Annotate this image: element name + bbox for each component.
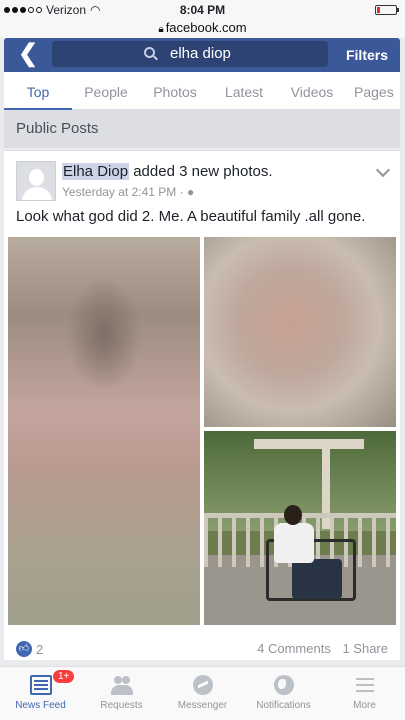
- search-icon: [144, 47, 155, 58]
- post-action: added 3 new photos.: [133, 163, 273, 180]
- post-card: Elha Diop added 3 new photos. Yesterday …: [4, 150, 400, 660]
- post-photo-3[interactable]: [204, 431, 396, 625]
- tab-people[interactable]: People: [72, 72, 140, 110]
- search-header: ❮ elha diop Filters: [4, 38, 400, 72]
- engagement-counts: 4 Comments 1 Share: [257, 641, 388, 656]
- nav-label: Messenger: [177, 700, 228, 711]
- nav-more[interactable]: More: [324, 667, 405, 720]
- nav-label: News Feed: [15, 700, 66, 711]
- tab-videos[interactable]: Videos: [278, 72, 346, 110]
- search-tabs: Top People Photos Latest Videos Pages: [4, 72, 400, 110]
- bottom-nav: 1+ News Feed Requests Messenger Notifica…: [0, 666, 405, 720]
- notifications-globe-icon: [273, 675, 294, 695]
- search-input[interactable]: elha diop: [52, 41, 328, 67]
- tab-photos[interactable]: Photos: [140, 72, 210, 110]
- post-photo-2[interactable]: [204, 237, 396, 427]
- clock: 8:04 PM: [179, 3, 226, 17]
- messenger-icon: [192, 675, 213, 695]
- post-photo-1[interactable]: [8, 237, 200, 625]
- nav-notifications[interactable]: Notifications: [243, 667, 324, 720]
- url-text: facebook.com: [165, 20, 247, 35]
- url-bar[interactable]: 🔒︎ facebook.com: [0, 20, 405, 38]
- like-summary[interactable]: 👍︎ 2: [16, 641, 43, 657]
- chevron-down-icon[interactable]: [375, 162, 391, 178]
- nav-messenger[interactable]: Messenger: [162, 667, 243, 720]
- post-headline: Elha Diop added 3 new photos.: [62, 163, 273, 180]
- lock-icon: 🔒︎: [158, 24, 164, 35]
- menu-icon: [354, 675, 376, 695]
- nav-label: Notifications: [256, 700, 311, 711]
- notification-badge: 1+: [52, 669, 76, 684]
- nav-label: Requests: [100, 700, 143, 711]
- back-arrow-icon[interactable]: ❮: [18, 40, 42, 70]
- nav-news-feed[interactable]: 1+ News Feed: [0, 667, 81, 720]
- post-timestamp[interactable]: Yesterday at 2:41 PM: [62, 185, 176, 199]
- search-query: elha diop: [170, 45, 231, 62]
- post-meta: Yesterday at 2:41 PM · ●: [62, 185, 195, 199]
- news-feed-icon: [29, 675, 52, 695]
- tab-top[interactable]: Top: [4, 72, 72, 110]
- comments-count[interactable]: 4 Comments: [257, 641, 331, 656]
- like-icon: 👍︎: [16, 641, 32, 657]
- friend-requests-icon: [110, 675, 133, 695]
- status-bar: Verizon ◠ 8:04 PM: [0, 0, 405, 20]
- post-text: Look what god did 2. Me. A beautiful fam…: [16, 208, 366, 225]
- globe-icon: ●: [186, 185, 195, 199]
- tab-pages[interactable]: Pages: [346, 72, 400, 110]
- author-name[interactable]: Elha Diop: [62, 163, 130, 180]
- like-count: 2: [36, 641, 44, 657]
- nav-label: More: [353, 700, 376, 711]
- nav-requests[interactable]: Requests: [81, 667, 162, 720]
- section-title: Public Posts: [4, 110, 400, 148]
- filters-button[interactable]: Filters: [346, 38, 388, 72]
- battery-low-icon: [375, 5, 399, 15]
- tab-latest[interactable]: Latest: [210, 72, 278, 110]
- shares-count[interactable]: 1 Share: [342, 641, 388, 656]
- avatar[interactable]: [16, 161, 56, 201]
